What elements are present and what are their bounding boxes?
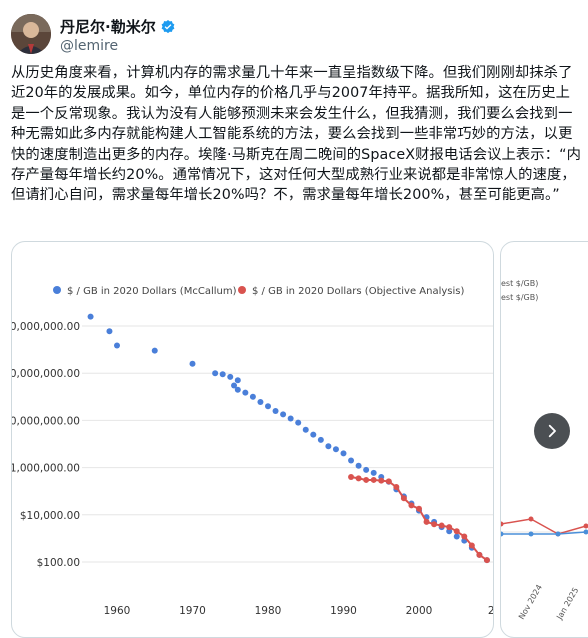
data-point — [265, 403, 271, 409]
x-tick-label: 2000 — [406, 605, 433, 617]
data-point — [220, 371, 226, 377]
data-point — [325, 443, 331, 449]
x-tick-label: 1960 — [104, 605, 131, 617]
second-chart-blue-point — [529, 532, 534, 537]
data-point — [446, 524, 452, 530]
y-tick-label: $10,000.00 — [20, 510, 80, 522]
y-tick-label: $100.00 — [37, 557, 80, 569]
y-tick-label: 00,000,000.00 — [12, 415, 80, 427]
second-chart-blue-point — [556, 532, 561, 537]
data-point — [212, 370, 218, 376]
second-chart-xtick: Jan 2025 — [554, 586, 580, 622]
data-point — [280, 411, 286, 417]
second-chart-xtick: Nov 2024 — [517, 583, 544, 621]
verified-badge-icon — [160, 19, 176, 35]
series-objective-analysis — [348, 474, 490, 563]
avatar-image — [11, 14, 51, 54]
data-point — [295, 420, 301, 426]
data-point — [393, 484, 399, 490]
data-point — [152, 348, 158, 354]
data-point — [363, 467, 369, 473]
second-chart-red-point — [501, 522, 504, 527]
series-mccallum — [88, 314, 490, 564]
data-point — [461, 534, 467, 540]
data-point — [227, 374, 233, 380]
data-point — [257, 399, 263, 405]
data-point — [310, 432, 316, 438]
data-point — [386, 478, 392, 484]
data-point — [439, 523, 445, 529]
data-point — [476, 552, 482, 558]
data-point — [348, 474, 354, 480]
carousel-next-button[interactable] — [534, 413, 570, 449]
data-point — [416, 506, 422, 512]
data-point — [378, 478, 384, 484]
data-point — [454, 528, 460, 534]
y-tick-label: 000,000,000.00 — [12, 321, 80, 333]
second-chart-red-point — [584, 524, 588, 529]
data-point — [431, 521, 437, 527]
data-point — [190, 361, 196, 367]
author-name-row: 丹尼尔·勒米尔 — [60, 16, 176, 37]
data-point — [114, 342, 120, 348]
data-point — [242, 390, 248, 396]
data-point — [341, 450, 347, 456]
avatar[interactable] — [11, 14, 51, 54]
media-image-chart[interactable]: $ / GB in 2020 Dollars (McCallum) $ / GB … — [11, 241, 494, 638]
tweet-text: 从历史角度来看，计算机内存的需求量几十年来一直呈指数级下降。但我们刚刚却抹杀了近… — [11, 63, 581, 206]
legend-label: $ / GB in 2020 Dollars (Objective Analys… — [252, 286, 465, 297]
series-line — [351, 477, 487, 560]
second-chart-blue-point — [584, 530, 588, 535]
data-point — [303, 427, 309, 433]
data-point — [318, 437, 324, 443]
chart-legend: $ / GB in 2020 Dollars (McCallum) $ / GB … — [53, 286, 465, 297]
data-point — [106, 328, 112, 334]
data-point — [371, 477, 377, 483]
data-point — [408, 502, 414, 508]
data-point — [348, 457, 354, 463]
data-point — [273, 408, 279, 414]
data-point — [363, 477, 369, 483]
y-tick-label: $1,000,000.00 — [12, 463, 80, 475]
x-tick-label: 1990 — [330, 605, 357, 617]
legend-marker — [238, 286, 246, 294]
second-chart-red-point — [529, 517, 534, 522]
second-chart-legend-1: est $/GB) — [501, 279, 538, 288]
data-point — [356, 463, 362, 469]
data-point — [250, 394, 256, 400]
data-point — [88, 314, 94, 320]
data-point — [333, 446, 339, 452]
x-tick-label: 20 — [488, 605, 493, 617]
chevron-right-icon — [543, 422, 561, 440]
x-tick-label: 1970 — [179, 605, 206, 617]
data-point — [235, 377, 241, 383]
data-point — [371, 470, 377, 476]
legend-label: $ / GB in 2020 Dollars (McCallum) — [67, 286, 237, 297]
data-point — [424, 519, 430, 525]
author-handle[interactable]: @lemire — [60, 38, 118, 54]
data-point — [356, 475, 362, 481]
price-chart: $ / GB in 2020 Dollars (McCallum) $ / GB … — [12, 242, 493, 637]
y-tick-label: 000,000,000.00 — [12, 368, 80, 380]
second-chart-legend-2: est $/GB) — [501, 293, 538, 302]
data-point — [235, 387, 241, 393]
legend-marker — [53, 286, 61, 294]
data-point — [469, 543, 475, 549]
data-point — [401, 495, 407, 501]
display-name[interactable]: 丹尼尔·勒米尔 — [60, 16, 156, 37]
data-point — [484, 557, 490, 563]
data-point — [454, 534, 460, 540]
data-point — [288, 416, 294, 422]
x-tick-label: 1980 — [255, 605, 282, 617]
